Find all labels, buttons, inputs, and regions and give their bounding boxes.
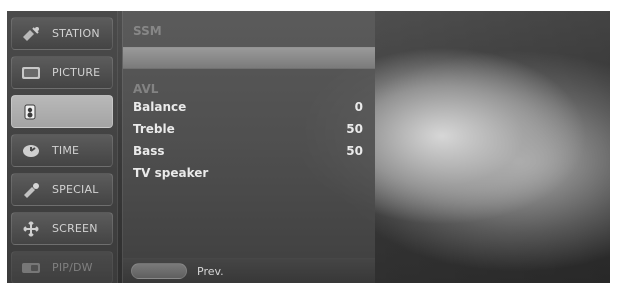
submenu-item-treble[interactable]: Treble 50 (133, 119, 363, 139)
submenu-item-label: Balance (133, 100, 187, 114)
submenu-footer: Prev. (123, 258, 375, 283)
tv-osd-screen: STATION PICTURE TIME SPECIAL SCREEN PIP/… (7, 11, 610, 283)
sidebar-item-label: SCREEN (52, 222, 98, 235)
prev-button[interactable] (131, 263, 187, 279)
sidebar-item-station[interactable]: STATION (11, 17, 113, 50)
submenu-item-label: Treble (133, 122, 175, 136)
submenu-selection-bar[interactable] (123, 47, 375, 69)
submenu-item-avl[interactable]: AVL (133, 79, 363, 99)
pip-icon (18, 257, 44, 279)
submenu-item-label: AVL (133, 82, 159, 96)
screen-icon (18, 218, 44, 240)
sidebar-item-label: SPECIAL (52, 183, 99, 196)
tv-icon (18, 62, 44, 84)
submenu-item-tv-speaker[interactable]: TV speaker (133, 163, 363, 183)
sidebar-item-screen[interactable]: SCREEN (11, 212, 113, 245)
sidebar-item-label: STATION (52, 27, 100, 40)
satellite-icon (18, 23, 44, 45)
sidebar-item-label: PIP/DW (52, 261, 93, 274)
submenu-item-balance[interactable]: Balance 0 (133, 97, 363, 117)
submenu-item-bass[interactable]: Bass 50 (133, 141, 363, 161)
sidebar-item-label: TIME (52, 144, 80, 157)
submenu-item-ssm[interactable]: SSM (133, 21, 363, 41)
submenu-item-value: 50 (346, 144, 363, 158)
clock-icon (18, 140, 44, 162)
osd-sidebar: STATION PICTURE TIME SPECIAL SCREEN PIP/… (7, 11, 118, 283)
sidebar-item-label: PICTURE (52, 66, 101, 79)
sidebar-item-sound[interactable] (11, 95, 113, 128)
sidebar-item-picture[interactable]: PICTURE (11, 56, 113, 89)
tools-icon (18, 179, 44, 201)
sound-submenu: SSM AVL Balance 0 Treble 50 Bass 50 TV s… (122, 11, 375, 283)
submenu-item-value: 50 (346, 122, 363, 136)
sidebar-item-pip-dw[interactable]: PIP/DW (11, 251, 113, 283)
prev-label: Prev. (197, 264, 224, 278)
submenu-item-value: 0 (354, 100, 363, 114)
submenu-item-label: SSM (133, 24, 162, 38)
submenu-item-label: Bass (133, 144, 165, 158)
sidebar-item-special[interactable]: SPECIAL (11, 173, 113, 206)
speaker-icon (18, 101, 44, 123)
sidebar-item-time[interactable]: TIME (11, 134, 113, 167)
submenu-item-label: TV speaker (133, 166, 209, 180)
